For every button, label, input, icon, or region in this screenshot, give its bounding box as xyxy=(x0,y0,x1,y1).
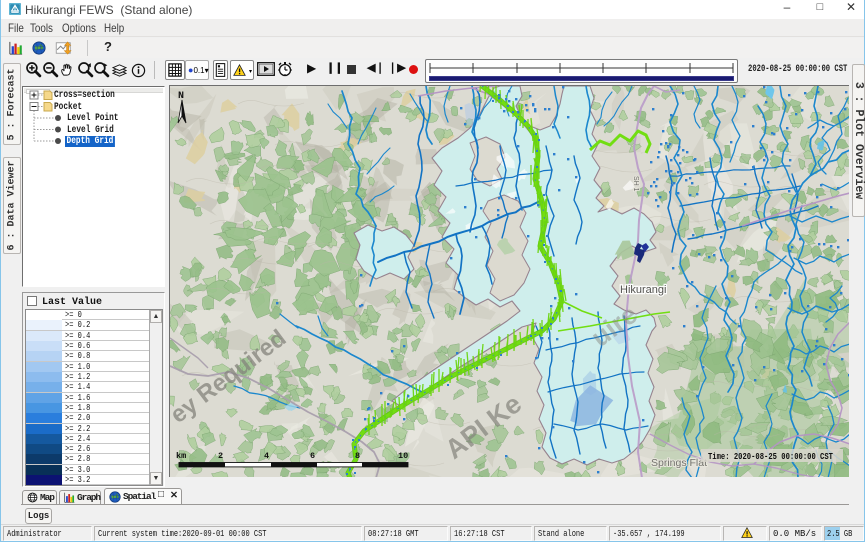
svg-text:Hikurangi: Hikurangi xyxy=(620,284,666,296)
svg-text:10: 10 xyxy=(398,451,408,461)
svg-text:Time: 2020-08-25 00:00:00 CST: Time: 2020-08-25 00:00:00 CST xyxy=(708,452,833,462)
svg-text:6: 6 xyxy=(310,451,315,461)
svg-text:Springs Flat: Springs Flat xyxy=(651,457,707,469)
svg-text:8: 8 xyxy=(355,451,360,461)
svg-text:N: N xyxy=(178,91,184,102)
svg-text:4: 4 xyxy=(264,451,269,461)
svg-text:km: km xyxy=(176,451,186,461)
svg-text:2: 2 xyxy=(218,451,223,461)
svg-text:SH 1: SH 1 xyxy=(632,176,639,192)
